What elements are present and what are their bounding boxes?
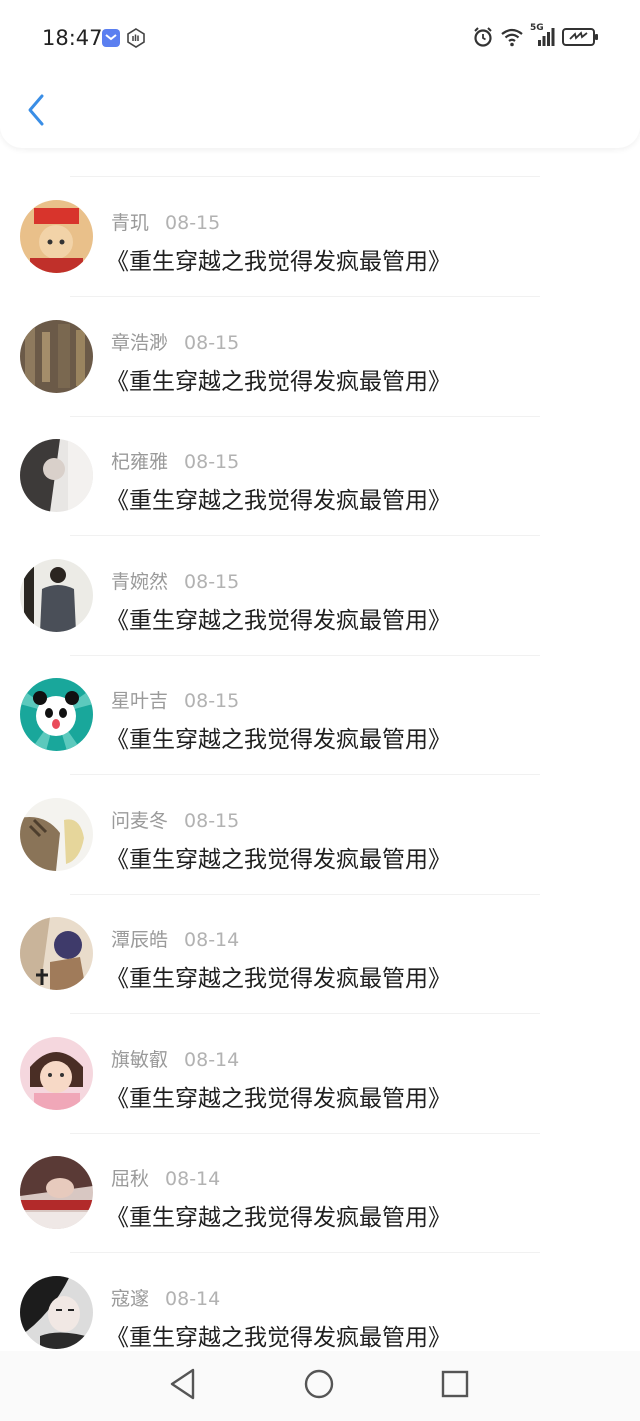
square-recents-icon (440, 1369, 470, 1403)
author-name[interactable]: 青玑 (111, 212, 149, 234)
comment-author[interactable]: 旗敏叡 08-14 (111, 1045, 239, 1072)
comment-author[interactable]: 章浩渺 08-15 (111, 328, 239, 355)
comment-text: 《重生穿越之我觉得发疯最管用》 (106, 1085, 451, 1112)
avatar[interactable] (20, 319, 93, 393)
battery-charging-icon (562, 27, 600, 51)
back-button[interactable] (18, 92, 54, 132)
avatar[interactable] (20, 439, 93, 512)
comment-date: 08-14 (184, 929, 240, 951)
comment-row[interactable]: 星叶吉 08-15 《重生穿越之我觉得发疯最管用》 (0, 656, 640, 776)
comment-text: 《重生穿越之我觉得发疯最管用》 (106, 846, 451, 873)
avatar[interactable] (20, 797, 93, 871)
comment-date: 08-14 (165, 1287, 221, 1310)
comment-author[interactable]: 问麦冬 08-15 (111, 806, 239, 833)
top-header: 18:47 5G (0, 0, 640, 148)
author-name[interactable]: 旗敏叡 (111, 1049, 168, 1071)
author-name[interactable]: 青婉然 (111, 571, 168, 593)
status-time: 18:47 (42, 26, 103, 50)
circle-home-icon (303, 1368, 335, 1404)
comment-row[interactable]: 问麦冬 08-15 《重生穿越之我觉得发疯最管用》 (0, 776, 640, 896)
cellular-signal-icon: 5G (530, 23, 556, 52)
author-name[interactable]: 章浩渺 (111, 332, 168, 354)
avatar[interactable] (20, 1156, 93, 1229)
comment-text: 《重生穿越之我觉得发疯最管用》 (106, 1324, 451, 1351)
triangle-back-icon (168, 1367, 198, 1405)
comment-author[interactable]: 潭辰皓 08-14 (111, 925, 239, 952)
comment-row[interactable]: 旗敏叡 08-14 《重生穿越之我觉得发疯最管用》 (0, 1015, 640, 1135)
comment-author[interactable]: 青婉然 08-15 (111, 567, 239, 594)
comment-row[interactable]: 章浩渺 08-15 《重生穿越之我觉得发疯最管用》 (0, 298, 640, 418)
author-name[interactable]: 寇邃 (111, 1288, 149, 1310)
comment-date: 08-15 (184, 809, 240, 832)
blue-app-notification-icon (101, 28, 121, 48)
comment-author[interactable]: 寇邃 08-14 (111, 1284, 220, 1311)
comment-row[interactable]: 屈秋 08-14 《重生穿越之我觉得发疯最管用》 (0, 1134, 640, 1254)
comment-date: 08-15 (184, 451, 240, 473)
comment-date: 08-15 (165, 212, 221, 234)
wifi-icon (500, 27, 524, 51)
comment-date: 08-15 (184, 690, 240, 712)
comment-date: 08-14 (184, 1048, 240, 1071)
nav-home-button[interactable] (299, 1369, 339, 1403)
avatar[interactable] (20, 558, 93, 632)
comment-author[interactable]: 屈秋 08-14 (111, 1164, 220, 1191)
comment-date: 08-15 (184, 570, 240, 593)
comment-author[interactable]: 星叶吉 08-15 (111, 686, 239, 713)
comment-date: 08-15 (184, 331, 240, 354)
author-name[interactable]: 屈秋 (111, 1168, 149, 1190)
comment-author[interactable]: 杞雍雅 08-15 (111, 447, 239, 474)
avatar[interactable] (20, 1275, 93, 1349)
avatar[interactable] (20, 678, 93, 751)
author-name[interactable]: 杞雍雅 (111, 451, 168, 473)
comment-text: 《重生穿越之我觉得发疯最管用》 (106, 966, 451, 992)
system-navigation-bar (0, 1351, 640, 1421)
nav-back-button[interactable] (163, 1367, 203, 1405)
network-type-label: 5G (530, 23, 544, 33)
comment-text: 《重生穿越之我觉得发疯最管用》 (106, 488, 451, 514)
comment-text: 《重生穿越之我觉得发疯最管用》 (106, 607, 451, 634)
comment-text: 《重生穿越之我觉得发疯最管用》 (106, 368, 451, 395)
row-divider (70, 176, 540, 177)
comment-text: 《重生穿越之我觉得发疯最管用》 (106, 1205, 451, 1231)
chevron-left-icon (26, 93, 46, 131)
nav-recents-button[interactable] (435, 1369, 475, 1403)
comment-row[interactable]: 杞雍雅 08-15 《重生穿越之我觉得发疯最管用》 (0, 417, 640, 537)
comment-date: 08-14 (165, 1168, 221, 1190)
avatar[interactable] (20, 200, 93, 273)
alarm-icon (472, 26, 494, 52)
comment-row[interactable]: 潭辰皓 08-14 《重生穿越之我觉得发疯最管用》 (0, 895, 640, 1015)
comment-author[interactable]: 青玑 08-15 (111, 208, 220, 235)
avatar[interactable] (20, 917, 93, 990)
comment-text: 《重生穿越之我觉得发疯最管用》 (106, 249, 451, 275)
author-name[interactable]: 潭辰皓 (111, 929, 168, 951)
status-right-icons: 5G (472, 23, 600, 52)
comment-row[interactable]: 青婉然 08-15 《重生穿越之我觉得发疯最管用》 (0, 537, 640, 657)
avatar[interactable] (20, 1036, 93, 1110)
author-name[interactable]: 问麦冬 (111, 810, 168, 832)
comment-row[interactable]: 青玑 08-15 《重生穿越之我觉得发疯最管用》 (0, 178, 640, 298)
author-name[interactable]: 星叶吉 (111, 690, 168, 712)
comment-text: 《重生穿越之我觉得发疯最管用》 (106, 727, 451, 753)
hand-notification-icon (126, 28, 146, 48)
status-bar: 18:47 5G (0, 0, 640, 80)
